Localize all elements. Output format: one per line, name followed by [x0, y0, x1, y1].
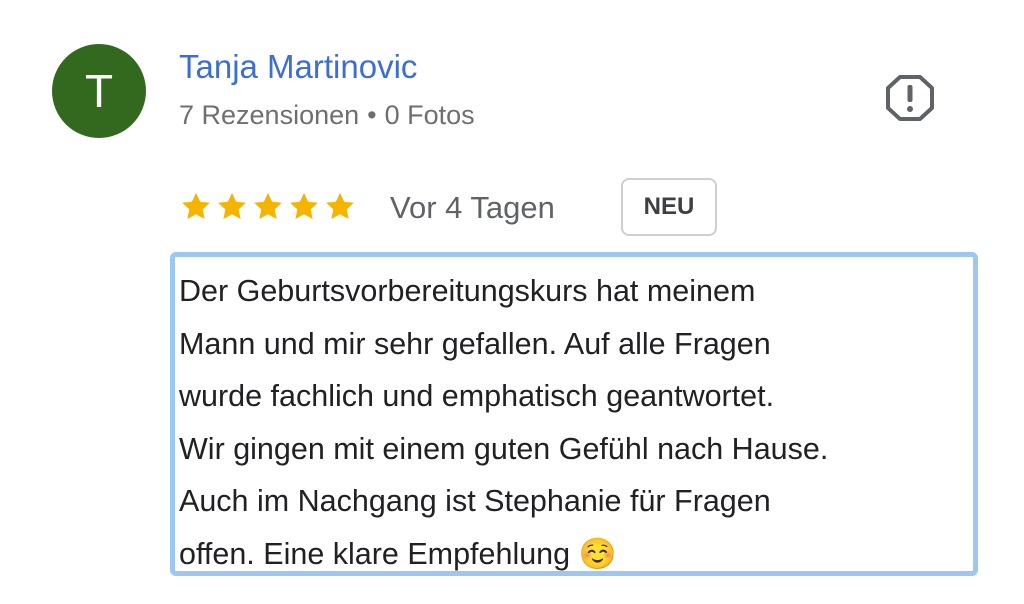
- reviewer-meta: 7 Rezensionen • 0 Fotos: [179, 100, 475, 131]
- star-icon: [218, 192, 246, 220]
- star-icon: [290, 192, 318, 220]
- star-rating: [179, 190, 357, 226]
- meta-separator: •: [367, 100, 377, 130]
- review-date: Vor 4 Tagen: [390, 190, 555, 225]
- reviewer-avatar[interactable]: T: [52, 44, 146, 138]
- flag-report-icon: [886, 75, 934, 121]
- reviewer-name[interactable]: Tanja Martinovic: [179, 48, 417, 86]
- review-text[interactable]: Der Geburtsvorbereitungskurs hat meinem …: [179, 265, 973, 580]
- report-button[interactable]: [884, 73, 936, 123]
- new-badge: NEU: [621, 178, 717, 236]
- photos-count: 0 Fotos: [384, 100, 475, 130]
- rating-row: Vor 4 Tagen NEU: [179, 178, 739, 240]
- review-text-container[interactable]: Der Geburtsvorbereitungskurs hat meinem …: [170, 252, 978, 576]
- reviews-count: 7 Rezensionen: [179, 100, 360, 130]
- star-icon: [326, 192, 354, 220]
- star-icon: [254, 192, 282, 220]
- star-icon: [182, 192, 210, 220]
